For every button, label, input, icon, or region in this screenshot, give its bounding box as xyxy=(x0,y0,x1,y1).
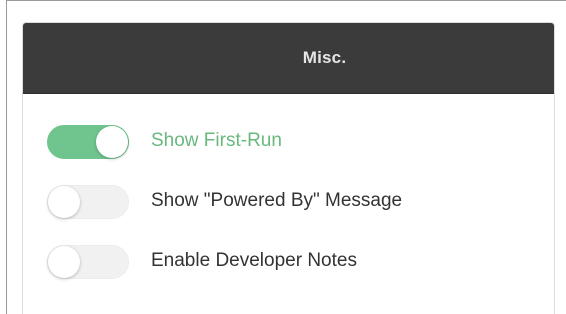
enable-developer-notes-toggle[interactable] xyxy=(47,245,129,279)
frame-border-top xyxy=(6,0,566,1)
show-powered-by-label: Show "Powered By" Message xyxy=(151,190,403,211)
show-first-run-toggle[interactable] xyxy=(47,125,129,159)
panel-title: Misc. xyxy=(302,48,347,67)
panel-header: Misc. xyxy=(23,23,554,94)
frame-border-left xyxy=(6,0,7,314)
show-powered-by-toggle[interactable] xyxy=(47,185,129,219)
toggle-knob xyxy=(96,126,128,158)
page: Misc. Show First-Run Show "Powered By" M… xyxy=(0,0,566,314)
enable-developer-notes-label: Enable Developer Notes xyxy=(151,250,357,271)
toggle-knob xyxy=(48,186,80,218)
show-first-run-label: Show First-Run xyxy=(151,130,282,151)
setting-row-enable-developer-notes: Enable Developer Notes xyxy=(23,232,554,292)
panel-body: Show First-Run Show "Powered By" Message… xyxy=(23,94,554,292)
setting-row-show-first-run: Show First-Run xyxy=(23,112,554,172)
misc-settings-panel: Misc. Show First-Run Show "Powered By" M… xyxy=(22,22,555,314)
setting-row-show-powered-by: Show "Powered By" Message xyxy=(23,172,554,232)
toggle-knob xyxy=(48,246,80,278)
